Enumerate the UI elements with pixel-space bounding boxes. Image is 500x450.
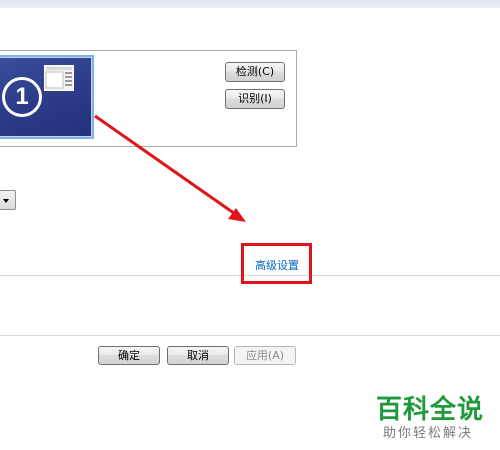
watermark-subtitle: 助你轻松解决	[383, 426, 474, 441]
watermark-title: 百科全说	[376, 395, 485, 425]
ok-button-label: 确定	[118, 349, 140, 362]
cancel-button[interactable]: 取消	[167, 346, 229, 365]
apply-button[interactable]: 应用(A)	[234, 346, 296, 365]
annotation-arrow	[94, 114, 246, 222]
apply-button-label: 应用(A)	[245, 349, 285, 362]
cancel-button-label: 取消	[187, 349, 209, 362]
ok-button[interactable]: 确定	[98, 346, 160, 365]
